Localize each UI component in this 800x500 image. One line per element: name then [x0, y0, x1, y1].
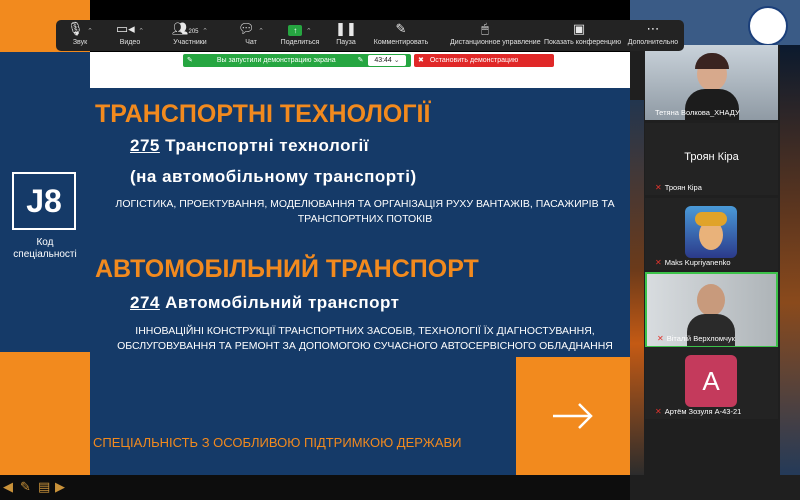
next-slide-icon[interactable]: ▶: [55, 479, 65, 495]
mic-muted-icon: ✕: [655, 258, 662, 267]
spec-275-description: ЛОГІСТИКА, ПРОЕКТУВАННЯ, МОДЕЛЮВАННЯ ТА …: [115, 198, 615, 225]
university-logo-icon: [748, 6, 788, 46]
participant-name: ✕ Віталій Верхломчук: [657, 334, 735, 343]
more-icon: ⋯: [646, 21, 660, 36]
mic-muted-icon: ✕: [655, 407, 662, 416]
state-support-text: СПЕЦІАЛЬНІСТЬ З ОСОБЛИВОЮ ПІДТРИМКОЮ ДЕР…: [93, 435, 462, 450]
participant-face: [697, 284, 725, 316]
participant-display-name: Троян Кіра: [684, 151, 739, 163]
remote-control-button[interactable]: 🖱︎ Дистанционное управление: [450, 21, 541, 47]
pencil-icon: ✎: [395, 21, 407, 36]
participant-tile-avatar[interactable]: ✕ Maks Kupriyanenko: [645, 198, 778, 270]
stop-share-button[interactable]: ✖ Остановить демонстрацию: [414, 54, 554, 67]
participant-tile-letter[interactable]: А ✕ Артём Зозуля А-43-21: [645, 347, 778, 419]
stop-icon: ✖: [418, 57, 424, 64]
participant-name: ✕ Артём Зозуля А-43-21: [655, 407, 742, 416]
letter-avatar: А: [685, 355, 737, 407]
pin-icon: ✎: [187, 57, 193, 64]
participant-tile-video[interactable]: Тетяна Волкова_ХНАДУ: [645, 45, 778, 120]
participant-tile-name[interactable]: Троян Кіра ✕ Троян Кіра: [645, 123, 778, 195]
brawl-stars-avatar: [685, 206, 737, 258]
more-button[interactable]: ⋯ Дополнительно: [618, 21, 688, 47]
mic-muted-icon: ✕: [657, 334, 664, 343]
show-meeting-icon: ▣: [572, 21, 586, 36]
prev-slide-icon[interactable]: ◀: [3, 479, 13, 495]
show-meeting-button[interactable]: ▣ Показать конференцию: [544, 21, 621, 47]
slide-left-orange-bottom: [0, 352, 90, 475]
share-options-icon[interactable]: ✎: [358, 57, 364, 64]
arrow-right-icon: [553, 403, 593, 429]
spec-275-number: 275: [130, 136, 160, 155]
specialty-code-box: J8: [12, 172, 76, 230]
share-notice-text: Вы запустили демонстрацию экрана: [216, 57, 336, 64]
mic-muted-icon: ✕: [655, 183, 662, 192]
specialty-code-label: Код спеціальності: [13, 237, 77, 260]
spec-275-subtitle: (на автомобільному транспорті): [130, 167, 417, 186]
heading-transport-technologies: ТРАНСПОРТНІ ТЕХНОЛОГІЇ: [95, 100, 431, 128]
pen-tool-icon[interactable]: ✎: [20, 479, 31, 495]
next-arrow-button[interactable]: [516, 357, 630, 475]
participants-button[interactable]: 👥︎205 ⌃ Участники: [155, 21, 225, 47]
participant-tile-active-speaker[interactable]: ✕ Віталій Верхломчук: [645, 272, 778, 348]
spec-275-title: Транспортні технології: [165, 136, 370, 155]
share-timer: 43:44 ⌄: [368, 55, 406, 66]
slide-grid-icon[interactable]: ▤: [38, 479, 50, 495]
participant-name: ✕ Maks Kupriyanenko: [655, 258, 731, 267]
gallery-background-left: [630, 100, 644, 475]
participant-name: Тетяна Волкова_ХНАДУ: [655, 108, 740, 117]
participants-count: 205: [188, 29, 199, 35]
participants-icon: 👥︎205 ⌃: [171, 21, 209, 36]
participant-name: ✕ Троян Кіра: [655, 183, 702, 192]
gallery-background-side: [780, 45, 800, 475]
heading-automobile-transport: АВТОМОБІЛЬНИЙ ТРАНСПОРТ: [95, 255, 479, 283]
spec-275-line: 275 Транспортні технології: [130, 136, 369, 156]
spec-274-line: 274 Автомобільний транспорт: [130, 293, 400, 313]
spec-274-title: Автомобільний транспорт: [165, 293, 400, 312]
mouse-icon: 🖱︎: [481, 21, 489, 36]
annotate-button[interactable]: ✎ Комментировать: [366, 21, 436, 47]
spec-274-description: ІННОВАЦІЙНІ КОНСТРУКЦІЇ ТРАНСПОРТНИХ ЗАС…: [117, 325, 613, 352]
spec-274-number: 274: [130, 293, 160, 312]
